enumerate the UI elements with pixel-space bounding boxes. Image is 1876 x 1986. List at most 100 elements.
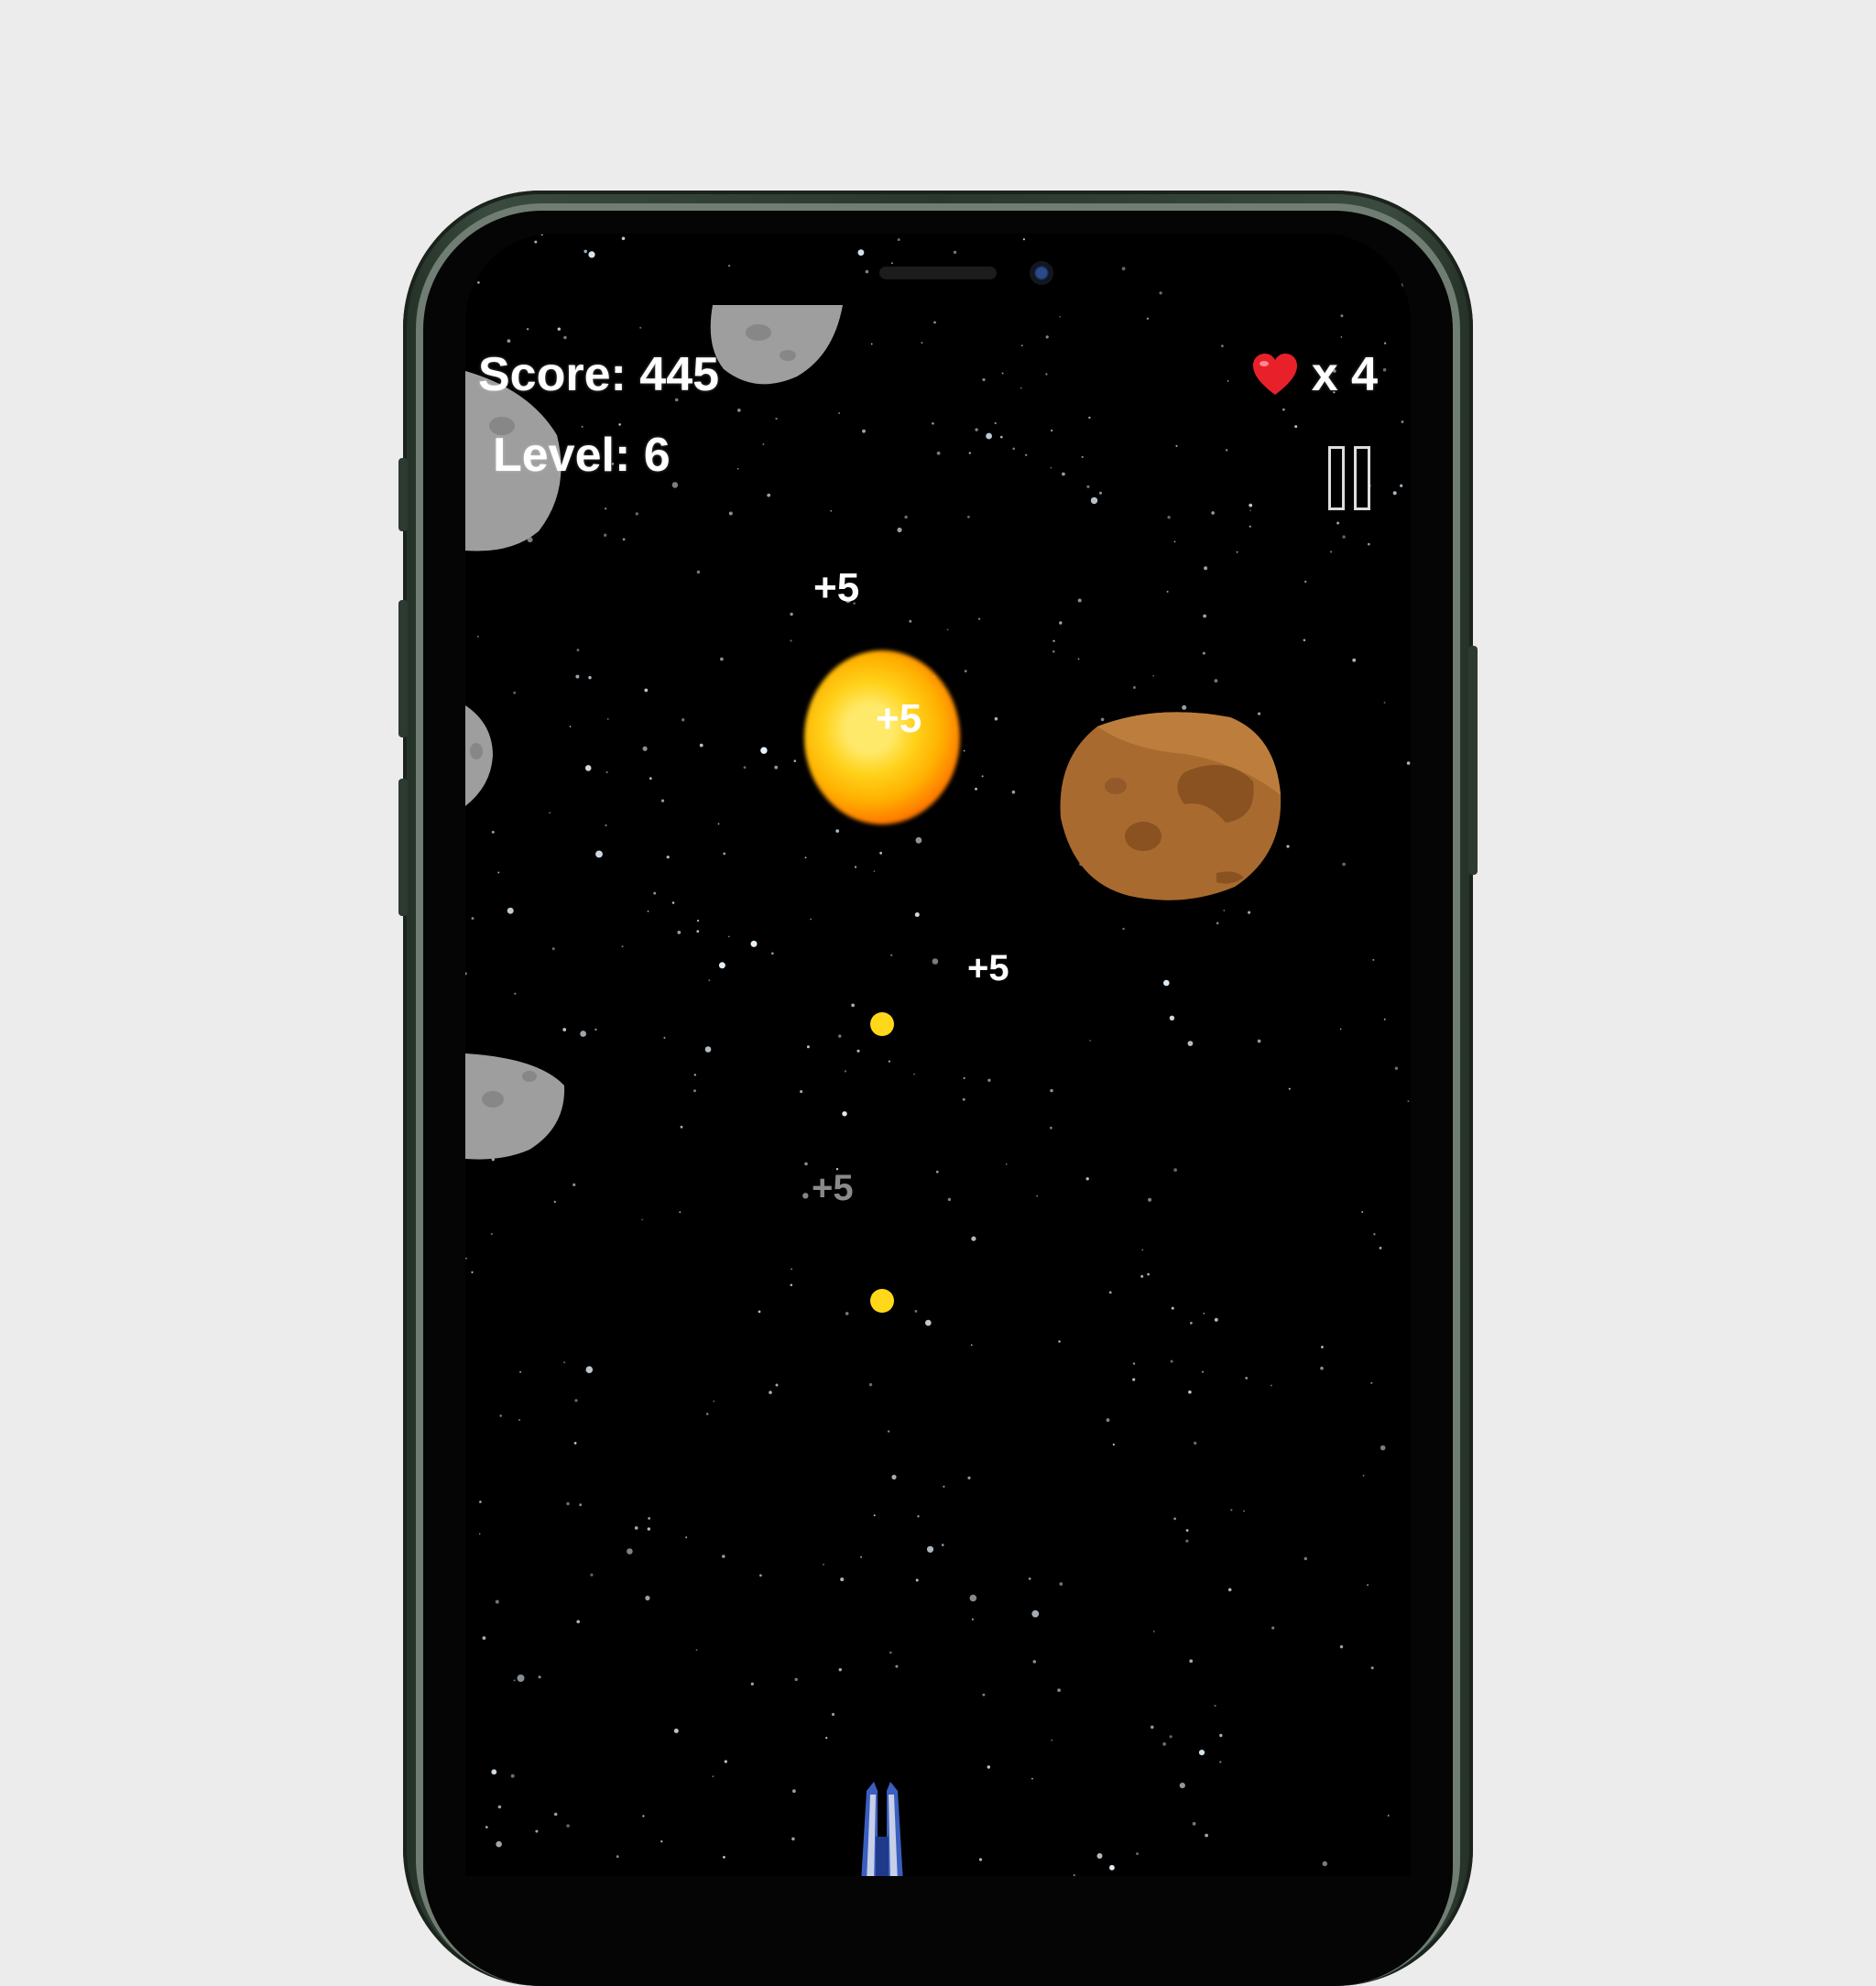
star	[1053, 639, 1055, 642]
star	[1370, 1666, 1374, 1670]
star	[1347, 234, 1352, 236]
star	[1322, 1861, 1327, 1867]
star	[693, 1074, 696, 1076]
star	[802, 1193, 809, 1199]
star	[987, 1078, 991, 1082]
star	[1321, 1346, 1324, 1348]
star	[671, 901, 675, 904]
star	[1050, 429, 1053, 432]
star	[1211, 511, 1215, 515]
star	[566, 1824, 570, 1828]
star	[585, 1366, 594, 1373]
star	[1179, 1783, 1185, 1789]
star	[1387, 1815, 1390, 1817]
star	[606, 717, 609, 720]
star	[978, 1858, 983, 1861]
star	[994, 716, 998, 721]
pause-icon-bar-right	[1354, 446, 1370, 510]
star	[1020, 344, 1023, 347]
star	[1383, 702, 1386, 704]
star	[890, 262, 893, 265]
score-popup: +5	[967, 948, 1009, 988]
score-popup: +5	[876, 696, 922, 741]
star	[696, 919, 700, 922]
star	[1059, 621, 1063, 625]
star	[1336, 521, 1340, 525]
star	[1282, 408, 1285, 411]
star	[1401, 420, 1404, 423]
star	[921, 342, 923, 344]
star	[895, 1664, 899, 1668]
star	[873, 1514, 876, 1517]
star	[540, 234, 543, 236]
star	[762, 443, 765, 445]
star	[1185, 1539, 1189, 1543]
star	[497, 1805, 502, 1809]
star	[964, 670, 967, 672]
star	[1025, 453, 1028, 456]
star	[1392, 491, 1397, 496]
star	[639, 326, 642, 329]
player-spaceship[interactable]	[841, 1782, 923, 1876]
star	[1163, 979, 1170, 987]
star	[975, 428, 978, 431]
star	[1088, 416, 1091, 420]
pause-button[interactable]	[1325, 446, 1374, 510]
star	[695, 1649, 698, 1652]
star	[1368, 542, 1370, 546]
star	[724, 1760, 727, 1763]
star	[933, 321, 936, 324]
star	[647, 910, 649, 912]
star	[1400, 484, 1403, 487]
star	[868, 1382, 873, 1387]
star	[806, 1045, 810, 1049]
star	[856, 1049, 860, 1053]
star	[1204, 566, 1208, 571]
star	[1020, 387, 1022, 389]
star	[563, 335, 567, 340]
star	[1175, 444, 1178, 447]
star	[791, 1837, 795, 1841]
star	[1270, 1384, 1272, 1387]
star	[932, 422, 934, 425]
star	[1249, 503, 1253, 507]
star	[873, 870, 876, 872]
star	[936, 451, 941, 455]
star	[1108, 1291, 1112, 1294]
star	[915, 1578, 919, 1582]
star	[551, 947, 555, 951]
star	[736, 409, 741, 412]
star	[479, 1500, 482, 1503]
star	[1288, 1087, 1291, 1090]
star	[1050, 1088, 1053, 1093]
star	[968, 452, 971, 454]
star	[830, 510, 832, 512]
star	[1190, 1321, 1193, 1325]
star	[857, 249, 865, 256]
phone-mute-switch	[398, 458, 408, 531]
star	[671, 482, 679, 488]
star	[660, 799, 665, 802]
star	[1248, 911, 1251, 914]
star	[499, 1414, 502, 1417]
star	[1167, 516, 1171, 519]
star	[838, 1034, 842, 1038]
star	[800, 1090, 803, 1094]
star	[888, 1060, 891, 1063]
star	[673, 1729, 679, 1733]
star	[563, 1361, 566, 1364]
star	[604, 533, 607, 537]
brown-asteroid	[1060, 712, 1282, 900]
star	[642, 1815, 645, 1817]
star	[865, 269, 869, 274]
star	[1187, 1041, 1194, 1046]
star	[1214, 679, 1218, 683]
star	[1166, 590, 1169, 593]
star	[1185, 1529, 1189, 1532]
star	[1122, 927, 1125, 931]
star	[1304, 580, 1307, 584]
game-screen[interactable]: Score: 445 Level: 6 x 4 +5 +5 +5 +5	[465, 234, 1411, 1876]
star	[1219, 1761, 1222, 1763]
star	[634, 1526, 638, 1530]
star	[1380, 1445, 1386, 1451]
